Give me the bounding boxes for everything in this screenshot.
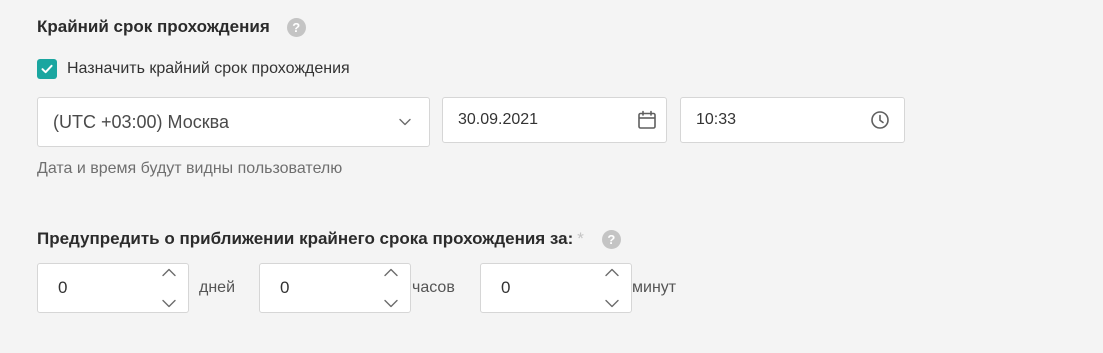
minutes-value: 0 <box>501 278 511 297</box>
deadline-hint: Дата и время будут видны пользователю <box>37 160 343 177</box>
chevron-up-icon[interactable] <box>162 268 176 277</box>
deadline-title-text: Крайний срок прохождения <box>37 17 270 36</box>
chevron-up-icon[interactable] <box>605 268 619 277</box>
deadline-date-value: 30.09.2021 <box>458 111 539 128</box>
chevron-up-icon[interactable] <box>384 268 398 277</box>
checkmark-icon <box>41 64 53 74</box>
chevron-down-icon[interactable] <box>162 299 176 308</box>
assign-deadline-checkbox[interactable] <box>37 59 57 79</box>
chevron-down-icon[interactable] <box>399 118 411 126</box>
warning-title-text: Предупредить о приближении крайнего срок… <box>37 229 574 248</box>
question-circle-icon[interactable]: ? <box>601 229 621 249</box>
question-circle-icon[interactable]: ? <box>286 17 306 37</box>
minutes-stepper-arrows <box>605 268 619 308</box>
hours-unit-label: часов <box>412 279 455 296</box>
assign-deadline-row[interactable]: Назначить крайний срок прохождения <box>37 59 350 79</box>
hours-value: 0 <box>280 278 290 297</box>
timezone-select[interactable]: (UTC +03:00) Москва <box>37 97 430 147</box>
minutes-stepper[interactable]: 0 <box>480 263 632 313</box>
chevron-down-icon[interactable] <box>384 299 398 308</box>
calendar-icon[interactable] <box>637 110 657 130</box>
warning-section-title: Предупредить о приближении крайнего срок… <box>37 229 621 249</box>
deadline-section-title: Крайний срок прохождения ? <box>37 17 306 37</box>
required-mark: * <box>577 229 584 248</box>
clock-icon[interactable] <box>870 110 890 130</box>
days-stepper[interactable]: 0 <box>37 263 189 313</box>
days-stepper-arrows <box>162 268 176 308</box>
timezone-value: (UTC +03:00) Москва <box>53 111 229 132</box>
deadline-date-input[interactable]: 30.09.2021 <box>442 97 667 143</box>
days-value: 0 <box>58 278 68 297</box>
chevron-down-icon[interactable] <box>605 299 619 308</box>
minutes-unit-label: минут <box>632 279 677 296</box>
deadline-time-input[interactable]: 10:33 <box>680 97 905 143</box>
hours-stepper-arrows <box>384 268 398 308</box>
deadline-time-value: 10:33 <box>696 111 737 128</box>
days-unit-label: дней <box>199 279 236 296</box>
assign-deadline-label: Назначить крайний срок прохождения <box>67 60 350 77</box>
hours-stepper[interactable]: 0 <box>259 263 411 313</box>
